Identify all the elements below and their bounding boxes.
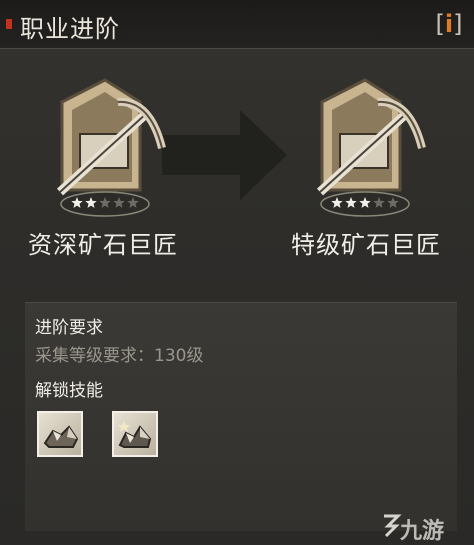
job-badge-from xyxy=(56,78,166,217)
job-from-label: 资深矿石巨匠 xyxy=(28,231,178,259)
watermark-text: 九游 xyxy=(400,519,445,544)
skill-slot-1[interactable] xyxy=(37,411,83,457)
ore-pile-icon xyxy=(43,425,79,448)
job-badge-to xyxy=(316,78,426,217)
page-title: 职业进阶 xyxy=(20,15,120,43)
ore-pile-stars-icon xyxy=(118,421,152,448)
skills-title: 解锁技能 xyxy=(35,381,103,401)
watermark-logo-icon xyxy=(384,514,402,538)
job-to-label: 特级矿石巨匠 xyxy=(291,231,441,259)
info-icon[interactable]: [i] xyxy=(432,8,466,40)
arrow-right-icon xyxy=(162,110,287,200)
header-accent-mark xyxy=(6,19,12,29)
skill-slot-2[interactable] xyxy=(112,411,158,457)
header-bar: 职业进阶 [i] xyxy=(0,0,474,49)
requirements-title: 进阶要求 xyxy=(35,318,103,338)
level-requirement: 采集等级要求：130级 xyxy=(35,346,204,366)
